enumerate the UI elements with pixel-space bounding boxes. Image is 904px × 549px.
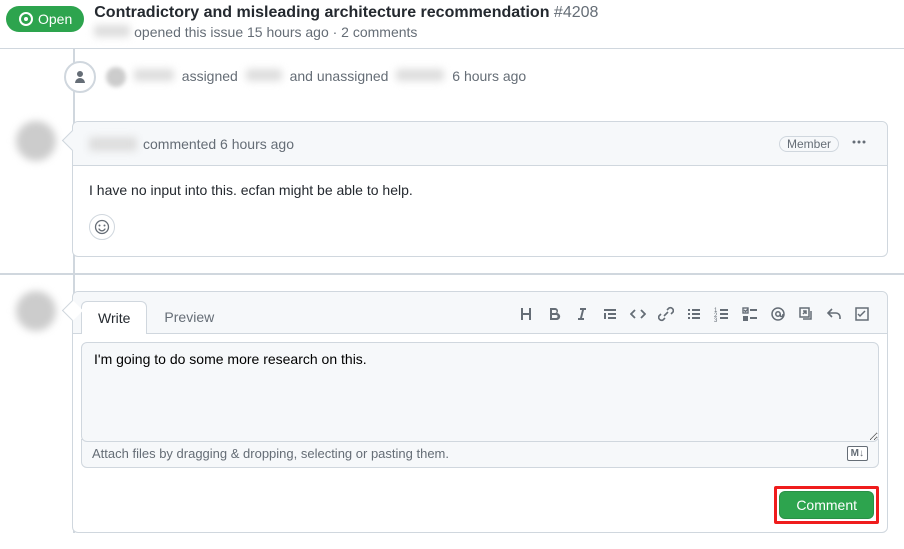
person-icon	[64, 61, 96, 93]
code-icon	[630, 306, 646, 322]
issue-title: Contradictory and misleading architectur…	[94, 4, 549, 21]
author-redacted	[94, 25, 130, 37]
tasklist-icon	[742, 306, 758, 322]
list-ol-icon: 123	[714, 306, 730, 322]
kebab-icon	[851, 134, 867, 150]
attach-hint-text: Attach files by dragging & dropping, sel…	[92, 446, 449, 461]
status-badge: Open	[6, 6, 84, 32]
event-time: 6 hours ago	[452, 68, 526, 84]
ul-button[interactable]	[681, 301, 707, 327]
crossref-button[interactable]	[793, 301, 819, 327]
comment-button-highlight: Comment	[774, 486, 879, 524]
section-divider	[0, 273, 904, 275]
bold-icon	[546, 306, 562, 322]
issue-title-line: Contradictory and misleading architectur…	[94, 4, 888, 22]
crossref-icon	[798, 306, 814, 322]
bold-button[interactable]	[541, 301, 567, 327]
issue-subtitle: opened this issue 15 hours ago · 2 comme…	[94, 24, 888, 40]
code-button[interactable]	[625, 301, 651, 327]
comment-block: commented 6 hours ago Member I have no i…	[16, 121, 888, 257]
comment-body: I have no input into this. ecfan might b…	[73, 166, 887, 214]
heading-button[interactable]	[513, 301, 539, 327]
saved-reply-icon	[854, 306, 870, 322]
link-icon	[658, 306, 674, 322]
role-badge: Member	[779, 136, 839, 152]
status-text: Open	[38, 11, 72, 27]
comment-header: commented 6 hours ago Member	[73, 122, 887, 166]
user-redacted	[134, 69, 174, 81]
add-reaction-button[interactable]	[89, 214, 115, 240]
tab-preview[interactable]: Preview	[147, 300, 231, 333]
user-redacted	[246, 69, 282, 81]
mention-button[interactable]	[765, 301, 791, 327]
assign-event: assigned and unassigned 6 hours ago	[16, 49, 888, 105]
italic-button[interactable]	[569, 301, 595, 327]
opened-text: opened this issue 15 hours ago · 2 comme…	[134, 24, 417, 40]
saved-replies-button[interactable]	[849, 301, 875, 327]
reply-button[interactable]	[821, 301, 847, 327]
link-button[interactable]	[653, 301, 679, 327]
svg-text:3: 3	[714, 318, 718, 322]
list-ul-icon	[686, 306, 702, 322]
issue-number: #4208	[554, 4, 599, 21]
smiley-icon	[94, 219, 110, 235]
user-redacted	[396, 69, 444, 81]
tab-write[interactable]: Write	[81, 301, 147, 334]
markdown-badge[interactable]: M↓	[847, 446, 868, 461]
commenter-avatar[interactable]	[16, 121, 56, 161]
self-avatar[interactable]	[16, 291, 56, 331]
quote-button[interactable]	[597, 301, 623, 327]
editor-toolbar: 123	[513, 301, 879, 333]
quote-icon	[602, 306, 618, 322]
commenter-redacted[interactable]	[89, 137, 137, 151]
comment-action: commented	[143, 136, 216, 152]
mention-icon	[770, 306, 786, 322]
unassigned-phrase: and unassigned	[290, 68, 389, 84]
comment-submit-button[interactable]: Comment	[779, 491, 874, 519]
heading-icon	[518, 306, 534, 322]
tasklist-button[interactable]	[737, 301, 763, 327]
ol-button[interactable]: 123	[709, 301, 735, 327]
reply-icon	[826, 306, 842, 322]
assigned-word: assigned	[182, 68, 238, 84]
issue-open-icon	[18, 11, 34, 27]
comment-textarea[interactable]	[81, 342, 879, 442]
comment-menu-button[interactable]	[847, 130, 871, 157]
comment-timestamp[interactable]: 6 hours ago	[220, 136, 294, 152]
new-comment-block: Write Preview 123	[16, 291, 888, 533]
italic-icon	[574, 306, 590, 322]
avatar-redacted	[106, 67, 126, 87]
attach-hint[interactable]: Attach files by dragging & dropping, sel…	[81, 439, 879, 468]
